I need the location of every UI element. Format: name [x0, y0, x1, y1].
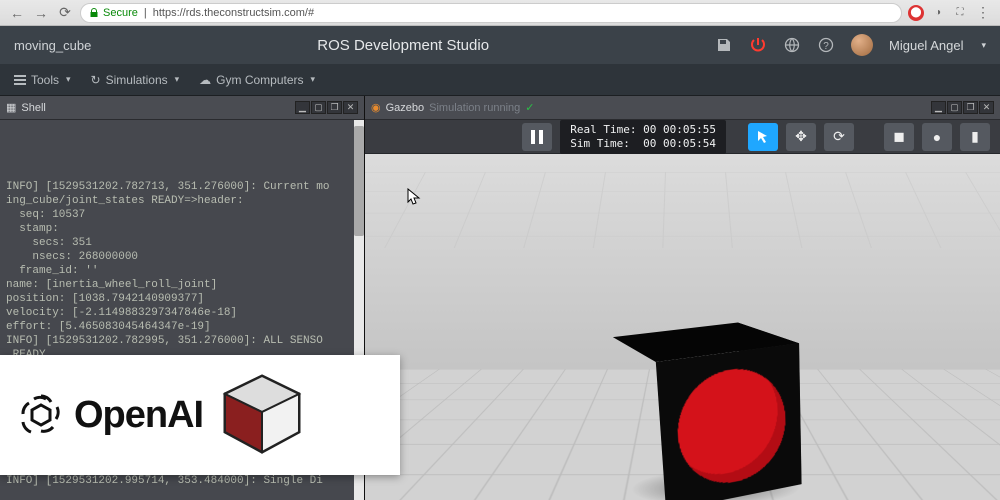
- help-icon[interactable]: ?: [817, 36, 835, 54]
- gym-computers-menu[interactable]: ☁ Gym Computers ▾: [191, 69, 323, 91]
- app-toolbar: Tools ▾ ↻ Simulations ▾ ☁ Gym Computers …: [0, 64, 1000, 96]
- cube-face-front: [656, 343, 802, 500]
- terminal-line: secs: 351: [6, 236, 358, 250]
- grid-icon: ▦: [6, 101, 16, 114]
- nav-reload-icon[interactable]: ⟳: [56, 4, 74, 22]
- gazebo-title: Gazebo: [386, 102, 425, 114]
- cube-red-disc: [674, 362, 786, 492]
- cursor-icon: [407, 188, 421, 206]
- window-restore-button[interactable]: ❐: [963, 101, 978, 114]
- shell-title: Shell: [21, 102, 45, 114]
- app-title: ROS Development Studio: [91, 37, 715, 54]
- nav-forward-icon[interactable]: →: [32, 4, 50, 22]
- terminal-line: position: [1038.7942140909377]: [6, 292, 358, 306]
- window-min-button[interactable]: ▁: [295, 101, 310, 114]
- globe-icon[interactable]: [783, 36, 801, 54]
- user-name[interactable]: Miguel Angel: [889, 38, 963, 53]
- cloud-icon: ☁: [199, 73, 211, 87]
- time-display: Real Time: 00 00:05:55 Sim Time: 00 00:0…: [560, 120, 726, 154]
- gazebo-toolbar: Real Time: 00 00:05:55 Sim Time: 00 00:0…: [365, 120, 1000, 154]
- simulations-menu[interactable]: ↻ Simulations ▾: [83, 69, 188, 91]
- save-icon[interactable]: [715, 36, 733, 54]
- openai-icon: [18, 392, 64, 438]
- cube-logo-icon: [217, 370, 307, 460]
- insert-sphere-button[interactable]: ●: [922, 123, 952, 151]
- chevron-down-icon: ▾: [66, 74, 71, 85]
- insert-box-button[interactable]: ◼: [884, 123, 914, 151]
- chevron-down-icon[interactable]: ▾: [981, 40, 986, 51]
- terminal-line: name: [inertia_wheel_roll_joint]: [6, 278, 358, 292]
- extension-icon[interactable]: ◑: [930, 5, 946, 21]
- tools-menu[interactable]: Tools ▾: [6, 69, 79, 91]
- real-time-label: Real Time:: [570, 123, 636, 136]
- extension-icon[interactable]: ⛶: [952, 5, 968, 21]
- gazebo-status: Simulation running: [429, 102, 520, 114]
- terminal-line: nsecs: 268000000: [6, 250, 358, 264]
- lock-icon: [89, 8, 99, 18]
- power-icon[interactable]: [749, 36, 767, 54]
- extension-icon[interactable]: ⬤: [908, 5, 924, 21]
- app-header: moving_cube ROS Development Studio ? Mig…: [0, 26, 1000, 64]
- gazebo-viewport[interactable]: [365, 154, 1000, 500]
- window-max-button[interactable]: ▢: [311, 101, 326, 114]
- chevron-down-icon: ▾: [311, 74, 316, 85]
- svg-text:?: ?: [823, 41, 829, 52]
- simulations-label: Simulations: [106, 73, 168, 87]
- gazebo-pane: ◉ Gazebo Simulation running ✓ ▁ ▢ ❐ ✕ Re…: [365, 96, 1000, 500]
- window-min-button[interactable]: ▁: [931, 101, 946, 114]
- wireframe-model: [902, 392, 982, 482]
- browser-chrome: ← → ⟳ Secure | https://rds.theconstructs…: [0, 0, 1000, 26]
- chrome-menu-icon[interactable]: ⋮: [974, 4, 992, 22]
- move-tool-button[interactable]: ✥: [786, 123, 816, 151]
- terminal-line: effort: [5.465083045464347e-19]: [6, 320, 358, 334]
- window-close-button[interactable]: ✕: [343, 101, 358, 114]
- openai-logo: OpenAI: [18, 392, 203, 438]
- menu-icon: [14, 75, 26, 85]
- window-restore-button[interactable]: ❐: [327, 101, 342, 114]
- terminal-line: frame_id: '': [6, 264, 358, 278]
- gym-label: Gym Computers: [216, 73, 303, 87]
- avatar[interactable]: [851, 34, 873, 56]
- terminal-line: velocity: [-2.1149883297347846e-18]: [6, 306, 358, 320]
- check-icon: ✓: [525, 101, 534, 114]
- window-close-button[interactable]: ✕: [979, 101, 994, 114]
- pause-button[interactable]: [522, 123, 552, 151]
- nav-back-icon[interactable]: ←: [8, 4, 26, 22]
- sim-time-label: Sim Time:: [570, 137, 630, 150]
- secure-indicator: Secure: [89, 7, 138, 19]
- rotate-tool-button[interactable]: ⟳: [824, 123, 854, 151]
- sim-time-value: 00 00:05:54: [643, 137, 716, 150]
- terminal-line: seq: 10537: [6, 208, 358, 222]
- secure-label: Secure: [103, 7, 138, 19]
- chevron-down-icon: ▾: [175, 74, 180, 85]
- terminal-line: stamp:: [6, 222, 358, 236]
- insert-cylinder-button[interactable]: ▮: [960, 123, 990, 151]
- overlay-card: OpenAI: [0, 355, 400, 475]
- tools-label: Tools: [31, 73, 59, 87]
- terminal-line: ing_cube/joint_states READY=>header:: [6, 194, 358, 208]
- openai-brand-text: OpenAI: [74, 394, 203, 437]
- address-bar[interactable]: Secure | https://rds.theconstructsim.com…: [80, 3, 902, 23]
- terminal-line: INFO] [1529531202.782995, 351.276000]: A…: [6, 334, 358, 348]
- gazebo-titlebar[interactable]: ◉ Gazebo Simulation running ✓ ▁ ▢ ❐ ✕: [365, 96, 1000, 120]
- grid-far: [365, 172, 1000, 248]
- real-time-value: 00 00:05:55: [643, 123, 716, 136]
- gazebo-icon: ◉: [371, 101, 381, 114]
- window-max-button[interactable]: ▢: [947, 101, 962, 114]
- shell-titlebar[interactable]: ▦ Shell ▁ ▢ ❐ ✕: [0, 96, 364, 120]
- scrollbar-thumb[interactable]: [354, 126, 364, 236]
- terminal-line: INFO] [1529531202.782713, 351.276000]: C…: [6, 180, 358, 194]
- refresh-icon: ↻: [91, 73, 101, 87]
- cube-model[interactable]: [625, 329, 795, 499]
- terminal-line: INFO] [1529531202.995714, 353.484000]: S…: [6, 474, 358, 488]
- select-tool-button[interactable]: [748, 123, 778, 151]
- url-text: https://rds.theconstructsim.com/#: [153, 7, 314, 19]
- project-name: moving_cube: [14, 38, 91, 53]
